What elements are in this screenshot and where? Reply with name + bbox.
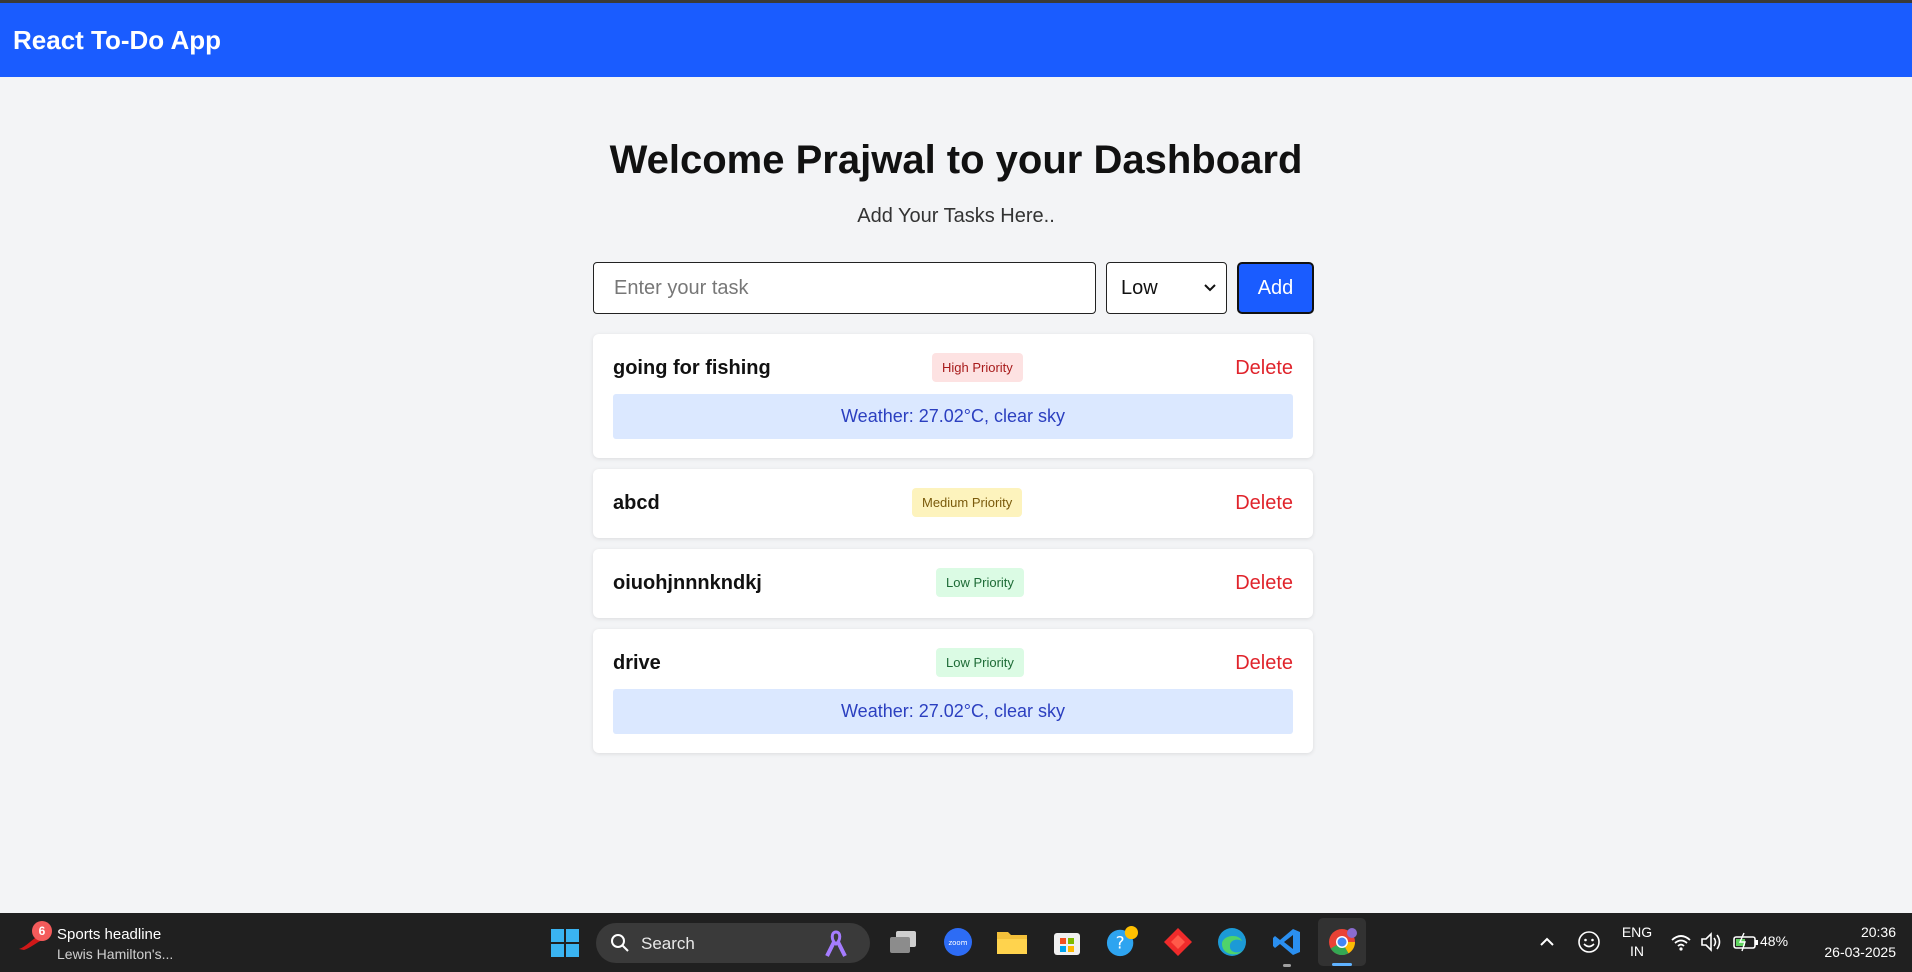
file-explorer-icon	[997, 932, 1027, 954]
news-count-badge: 6	[32, 921, 52, 941]
language-indicator[interactable]: ENG IN	[1617, 923, 1657, 961]
navbar: React To-Do App	[0, 0, 1912, 77]
news-title: Sports headline	[57, 926, 162, 943]
emoji-icon[interactable]	[1577, 930, 1601, 954]
wifi-icon[interactable]	[1670, 931, 1692, 953]
app-brand[interactable]: React To-Do App	[13, 25, 221, 56]
clock-date: 26-03-2025	[1824, 944, 1896, 960]
taskbar: 6 Sports headline Lewis Hamilton's... Se…	[0, 913, 1912, 972]
task-card: drive Low Priority Delete Weather: 27.02…	[593, 629, 1313, 753]
svg-text:?: ?	[1116, 933, 1125, 953]
awareness-ribbon-icon	[825, 930, 847, 957]
search-icon	[611, 934, 629, 952]
task-view-icon	[890, 931, 916, 953]
priority-select[interactable]: Low	[1106, 262, 1227, 314]
get-help-app[interactable]: ?	[1106, 926, 1138, 958]
page-title: Welcome Prajwal to your Dashboard	[609, 138, 1303, 182]
windows-start-icon[interactable]	[551, 929, 579, 957]
priority-badge: Low Priority	[936, 648, 1024, 677]
taskbar-search[interactable]: Search	[596, 923, 870, 963]
delete-button[interactable]: Delete	[1235, 652, 1293, 675]
chevron-down-icon	[1204, 284, 1216, 292]
task-card: abcd Medium Priority Delete	[593, 469, 1313, 538]
chrome-icon	[1329, 928, 1357, 956]
clock-time: 20:36	[1860, 924, 1896, 940]
task-name: oiuohjnnnkndkj	[613, 572, 762, 594]
add-task-form: Low Add	[593, 262, 1314, 314]
task-name: drive	[613, 652, 661, 674]
task-view-button[interactable]	[887, 926, 919, 958]
priority-badge: Medium Priority	[912, 488, 1023, 517]
vscode-app[interactable]	[1271, 926, 1303, 967]
delete-button[interactable]: Delete	[1235, 572, 1293, 595]
news-subtitle: Lewis Hamilton's...	[57, 946, 174, 962]
help-icon: ?	[1106, 926, 1138, 957]
dashboard: Welcome Prajwal to your Dashboard Add Yo…	[0, 77, 1912, 913]
zoom-app[interactable]: zoom	[942, 926, 974, 958]
battery-icon[interactable]	[1733, 932, 1759, 952]
task-name: abcd	[613, 492, 660, 514]
region-label: IN	[1630, 943, 1644, 959]
chevron-up-icon[interactable]	[1538, 933, 1556, 951]
task-name: going for fishing	[613, 357, 771, 379]
delete-button[interactable]: Delete	[1235, 492, 1293, 515]
edge-icon	[1218, 928, 1246, 956]
search-label: Search	[641, 934, 695, 953]
chrome-app[interactable]	[1318, 918, 1366, 966]
battery-percentage: 48%	[1760, 933, 1789, 949]
task-input[interactable]	[593, 262, 1096, 314]
news-widget[interactable]: 6 Sports headline Lewis Hamilton's...	[18, 921, 218, 965]
priority-badge: Low Priority	[936, 568, 1024, 597]
task-card: oiuohjnnnkndkj Low Priority Delete	[593, 549, 1313, 618]
priority-badge: High Priority	[932, 353, 1023, 382]
page-subtitle: Add Your Tasks Here..	[857, 205, 1055, 227]
delete-button[interactable]: Delete	[1235, 357, 1293, 380]
zoom-icon: zoom	[944, 928, 972, 956]
volume-icon[interactable]	[1700, 931, 1724, 953]
priority-select-value: Low	[1121, 276, 1158, 299]
microsoft-store-app[interactable]	[1051, 926, 1083, 958]
anydesk-icon	[1164, 928, 1192, 956]
add-button[interactable]: Add	[1237, 262, 1314, 314]
file-explorer-app[interactable]	[996, 926, 1028, 958]
microsoft-store-icon	[1054, 933, 1080, 955]
task-card: going for fishing High Priority Delete W…	[593, 334, 1313, 458]
anydesk-app[interactable]	[1162, 926, 1194, 958]
clock[interactable]: 20:36 26-03-2025	[1800, 922, 1896, 962]
weather-info: Weather: 27.02°C, clear sky	[613, 689, 1293, 734]
zoom-icon-label: zoom	[948, 939, 967, 947]
language-label: ENG	[1621, 924, 1653, 940]
weather-info: Weather: 27.02°C, clear sky	[613, 394, 1293, 439]
vscode-icon	[1273, 929, 1300, 955]
edge-app[interactable]	[1216, 926, 1248, 958]
